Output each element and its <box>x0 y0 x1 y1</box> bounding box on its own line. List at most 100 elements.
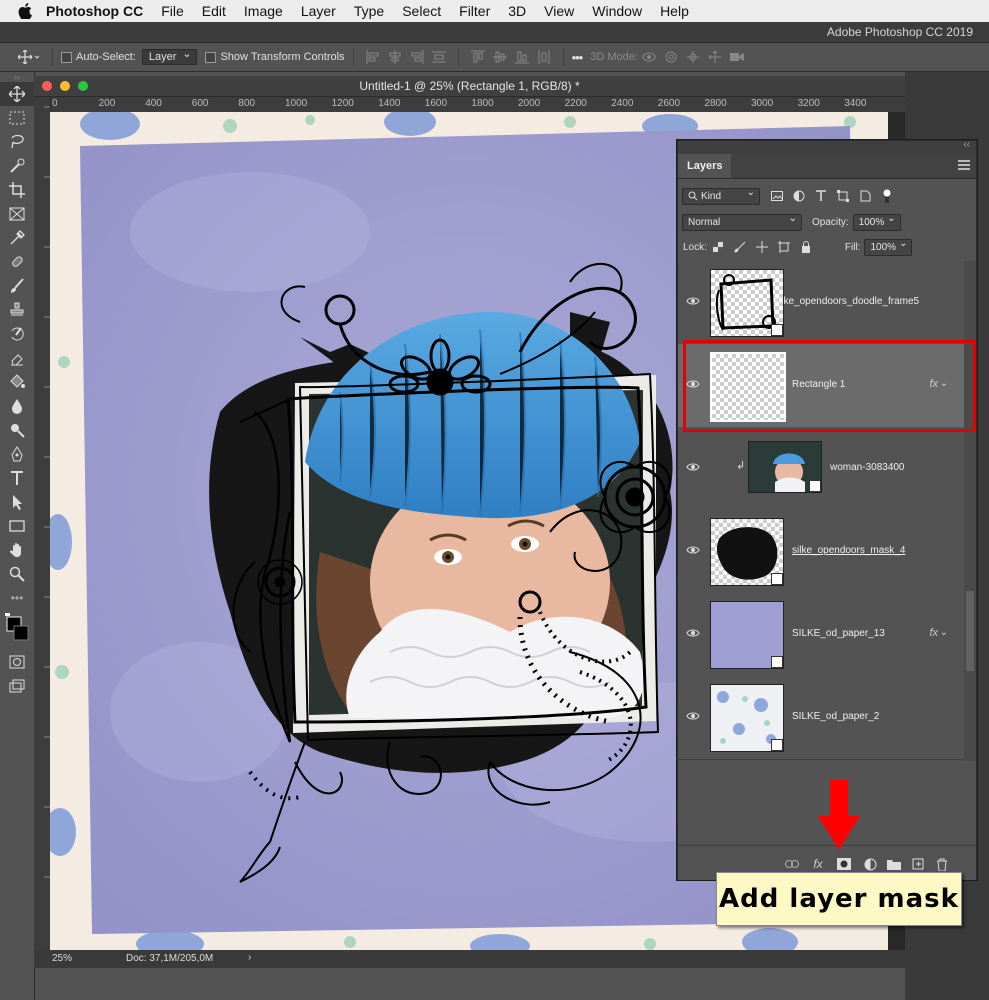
menu-window[interactable]: Window <box>592 3 642 19</box>
minimize-window-icon[interactable] <box>60 81 70 91</box>
more-options-icon[interactable]: ••• <box>572 50 584 65</box>
align-middle-icon[interactable] <box>489 47 511 67</box>
lock-artboard-icon[interactable] <box>773 237 795 257</box>
filter-toggle-icon[interactable] <box>876 186 898 206</box>
layer-name[interactable]: SILKE_od_paper_13 <box>792 628 885 639</box>
vertical-ruler[interactable] <box>34 97 51 950</box>
align-distribute-icon[interactable] <box>428 47 450 67</box>
menu-layer[interactable]: Layer <box>301 3 336 19</box>
lock-all-icon[interactable] <box>795 237 817 257</box>
auto-select-checkbox[interactable] <box>61 51 72 63</box>
fill-input[interactable]: 100% <box>864 238 913 256</box>
menu-view[interactable]: View <box>544 3 574 19</box>
type-tool-icon[interactable] <box>0 466 34 490</box>
menu-edit[interactable]: Edit <box>202 3 226 19</box>
layer-name[interactable]: SILKE_od_paper_2 <box>792 711 879 722</box>
adjustment-layer-icon[interactable] <box>862 856 878 872</box>
filter-shape-icon[interactable] <box>832 186 854 206</box>
align-right-icon[interactable] <box>406 47 428 67</box>
zoom-tool-icon[interactable] <box>0 562 34 586</box>
filter-adjustment-icon[interactable] <box>788 186 810 206</box>
slide-3d-icon[interactable] <box>704 47 726 67</box>
lock-transparent-icon[interactable] <box>707 237 729 257</box>
dodge-tool-icon[interactable] <box>0 418 34 442</box>
layer-thumbnail[interactable] <box>710 269 784 337</box>
new-layer-icon[interactable] <box>910 856 926 872</box>
quick-mask-icon[interactable] <box>0 650 34 674</box>
fx-expand-chevron-icon[interactable]: ⌄ <box>940 627 948 638</box>
align-left-icon[interactable] <box>362 47 384 67</box>
visibility-eye-icon[interactable] <box>686 294 700 308</box>
visibility-eye-icon[interactable] <box>686 460 700 474</box>
menu-file[interactable]: File <box>161 3 184 19</box>
marquee-tool-icon[interactable] <box>0 106 34 130</box>
menu-type[interactable]: Type <box>354 3 384 19</box>
pan-3d-icon[interactable] <box>682 47 704 67</box>
add-layer-mask-icon[interactable] <box>836 856 852 872</box>
menu-select[interactable]: Select <box>402 3 441 19</box>
move-tool-preset-icon[interactable] <box>14 47 44 67</box>
menu-image[interactable]: Image <box>244 3 283 19</box>
visibility-eye-icon[interactable] <box>686 543 700 557</box>
panel-collapse-icon[interactable]: ‹‹ <box>963 139 970 150</box>
align-center-h-icon[interactable] <box>384 47 406 67</box>
eyedropper-tool-icon[interactable] <box>0 226 34 250</box>
blend-mode-select[interactable]: Normal <box>682 213 802 231</box>
zoom-window-icon[interactable] <box>78 81 88 91</box>
history-brush-tool-icon[interactable] <box>0 322 34 346</box>
layer-fx-icon[interactable]: fx <box>929 627 938 639</box>
folder-icon[interactable] <box>886 856 902 872</box>
layer-row[interactable]: ↲ woman-3083400 <box>678 427 964 511</box>
lock-image-icon[interactable] <box>729 237 751 257</box>
tab-layers[interactable]: Layers <box>678 154 732 178</box>
apple-icon[interactable] <box>18 3 34 19</box>
blur-tool-icon[interactable] <box>0 394 34 418</box>
rectangle-tool-icon[interactable] <box>0 514 34 538</box>
lasso-tool-icon[interactable] <box>0 130 34 154</box>
layer-row[interactable]: silke_opendoors_doodle_frame5 <box>678 261 964 345</box>
layer-row[interactable]: silke_opendoors_mask_4 <box>678 510 964 594</box>
filter-kind-select[interactable]: Kind <box>682 187 760 205</box>
filter-type-icon[interactable] <box>810 186 832 206</box>
brush-tool-icon[interactable] <box>0 274 34 298</box>
camera-3d-icon[interactable] <box>726 47 748 67</box>
opacity-input[interactable]: 100% <box>852 213 901 231</box>
frame-tool-icon[interactable] <box>0 202 34 226</box>
align-bottom-icon[interactable] <box>511 47 533 67</box>
eraser-tool-icon[interactable] <box>0 346 34 370</box>
layer-name[interactable]: silke_opendoors_mask_4 <box>792 545 905 556</box>
move-tool-icon[interactable] <box>0 82 34 106</box>
visibility-eye-icon[interactable] <box>686 626 700 640</box>
crop-tool-icon[interactable] <box>0 178 34 202</box>
healing-brush-tool-icon[interactable] <box>0 250 34 274</box>
layer-thumbnail[interactable] <box>710 684 784 752</box>
close-window-icon[interactable] <box>42 81 52 91</box>
layer-name[interactable]: woman-3083400 <box>830 462 905 473</box>
align-top-icon[interactable] <box>467 47 489 67</box>
menu-help[interactable]: Help <box>660 3 689 19</box>
toolbar-collapse-icon[interactable]: ›› <box>0 72 34 82</box>
hand-tool-icon[interactable] <box>0 538 34 562</box>
pen-tool-icon[interactable] <box>0 442 34 466</box>
layer-thumbnail[interactable] <box>710 518 784 586</box>
auto-select-dropdown[interactable]: Layer <box>141 47 198 65</box>
horizontal-ruler[interactable]: 0 200 400 600 800 1000 1200 1400 1600 1800 2000 220… <box>50 97 905 113</box>
roll-3d-icon[interactable] <box>660 47 682 67</box>
more-tools-icon[interactable]: ••• <box>0 586 34 610</box>
visibility-eye-icon[interactable] <box>686 709 700 723</box>
filter-pixel-icon[interactable] <box>766 186 788 206</box>
zoom-level[interactable]: 25% <box>52 953 72 964</box>
orbit-3d-icon[interactable] <box>638 47 660 67</box>
app-menu[interactable]: Photoshop CC <box>46 3 143 19</box>
distribute-vertical-icon[interactable] <box>533 47 555 67</box>
path-select-tool-icon[interactable] <box>0 490 34 514</box>
panel-menu-icon[interactable] <box>958 160 970 172</box>
screen-mode-icon[interactable] <box>0 674 34 698</box>
fx-icon[interactable]: fx <box>810 856 826 872</box>
lock-position-icon[interactable] <box>751 237 773 257</box>
quick-select-tool-icon[interactable] <box>0 154 34 178</box>
link-layers-icon[interactable] <box>784 856 800 872</box>
color-swatches[interactable] <box>0 610 34 650</box>
layer-row[interactable]: SILKE_od_paper_13 fx ⌄ <box>678 593 964 677</box>
filter-smart-object-icon[interactable] <box>854 186 876 206</box>
